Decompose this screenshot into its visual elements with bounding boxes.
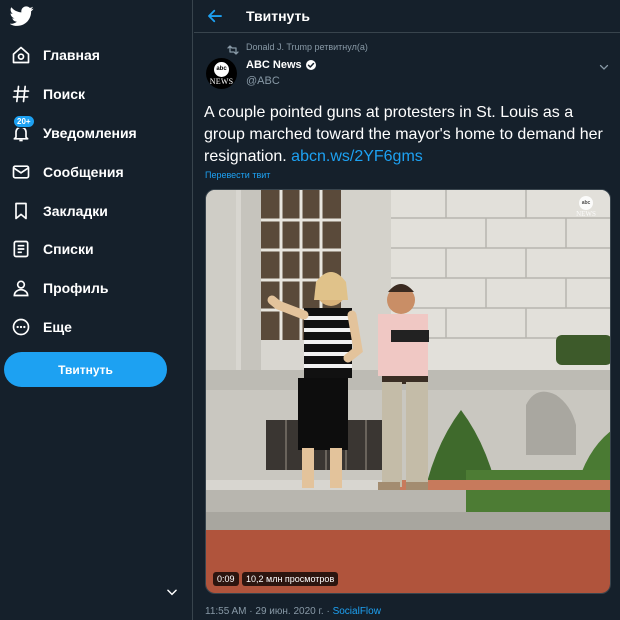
sidebar-item-label: Поиск xyxy=(43,86,86,102)
watermark-logo: abc xyxy=(579,196,593,210)
chevron-down-icon[interactable] xyxy=(598,60,610,72)
abc-news-watermark: abc NEWS xyxy=(572,196,600,224)
sidebar-item-messages[interactable]: Сообщения xyxy=(10,157,124,187)
home-icon xyxy=(10,44,32,66)
video-view-count: 10,2 млн просмотров xyxy=(242,572,339,586)
author-name-row[interactable]: ABC News xyxy=(246,59,317,71)
retweet-context: Donald J. Trump ретвитнул(а) xyxy=(227,42,368,55)
back-arrow-icon[interactable] xyxy=(206,7,224,25)
sidebar-item-lists[interactable]: Списки xyxy=(10,234,94,264)
sidebar-item-label: Уведомления xyxy=(43,125,137,141)
tweet-link[interactable]: abcn.ws/2YF6gms xyxy=(291,148,423,165)
avatar-logo: abc xyxy=(214,61,229,77)
sidebar-item-label: Еще xyxy=(43,319,72,335)
sidebar-item-bookmarks[interactable]: Закладки xyxy=(10,196,108,226)
tweet-time[interactable]: 11:55 AM · 29 июн. 2020 г. · xyxy=(205,606,333,617)
tweet-text: A couple pointed guns at protesters in S… xyxy=(204,102,609,168)
chevron-down-icon[interactable] xyxy=(165,585,179,599)
bookmark-icon xyxy=(10,200,32,222)
retweet-icon xyxy=(227,42,239,55)
video-duration: 0:09 xyxy=(213,572,239,586)
tweet-timestamp: 11:55 AM · 29 июн. 2020 г. · SocialFlow xyxy=(205,606,381,617)
author-handle[interactable]: @ABC xyxy=(246,75,280,87)
sidebar-item-label: Главная xyxy=(43,47,100,63)
retweeted-by-text[interactable]: Donald J. Trump ретвитнул(а) xyxy=(246,42,368,52)
compose-tweet-button[interactable]: Твитнуть xyxy=(4,352,167,387)
hashtag-icon xyxy=(10,83,32,105)
sidebar-item-label: Закладки xyxy=(43,203,108,219)
video-frame-image xyxy=(206,190,610,593)
sidebar-item-more[interactable]: Еще xyxy=(10,312,72,342)
sidebar-item-label: Сообщения xyxy=(43,164,124,180)
page-title: Твитнуть xyxy=(246,8,310,24)
sidebar-item-notifications[interactable]: 20+ Уведомления xyxy=(10,115,137,148)
sidebar-item-label: Профиль xyxy=(43,280,109,296)
envelope-icon xyxy=(10,161,32,183)
avatar-logo-text: NEWS xyxy=(209,76,234,86)
person-icon xyxy=(10,277,32,299)
verified-badge-icon xyxy=(305,59,317,71)
tweet-source-link[interactable]: SocialFlow xyxy=(333,606,381,617)
bell-icon: 20+ xyxy=(10,115,35,144)
main-column: Твитнуть Donald J. Trump ретвитнул(а) ab… xyxy=(194,0,620,620)
page-header: Твитнуть xyxy=(194,0,620,33)
watermark-logo-text: NEWS xyxy=(576,210,596,218)
author-name: ABC News xyxy=(246,59,302,71)
sidebar-item-home[interactable]: Главная xyxy=(10,40,100,70)
translate-tweet-link[interactable]: Перевести твит xyxy=(205,170,270,180)
list-icon xyxy=(10,238,32,260)
notification-badge: 20+ xyxy=(13,115,35,128)
twitter-bird-icon[interactable] xyxy=(9,4,34,28)
sidebar-item-search[interactable]: Поиск xyxy=(10,79,85,109)
sidebar-item-profile[interactable]: Профиль xyxy=(10,273,109,303)
sidebar-item-label: Списки xyxy=(43,241,94,257)
more-circle-icon xyxy=(10,316,32,338)
avatar[interactable]: abc NEWS xyxy=(206,58,237,89)
video-player[interactable]: abc NEWS 0:09 10,2 млн просмотров xyxy=(205,189,611,594)
sidebar: Главная Поиск 20+ Уведомления Сообщения … xyxy=(0,0,193,620)
